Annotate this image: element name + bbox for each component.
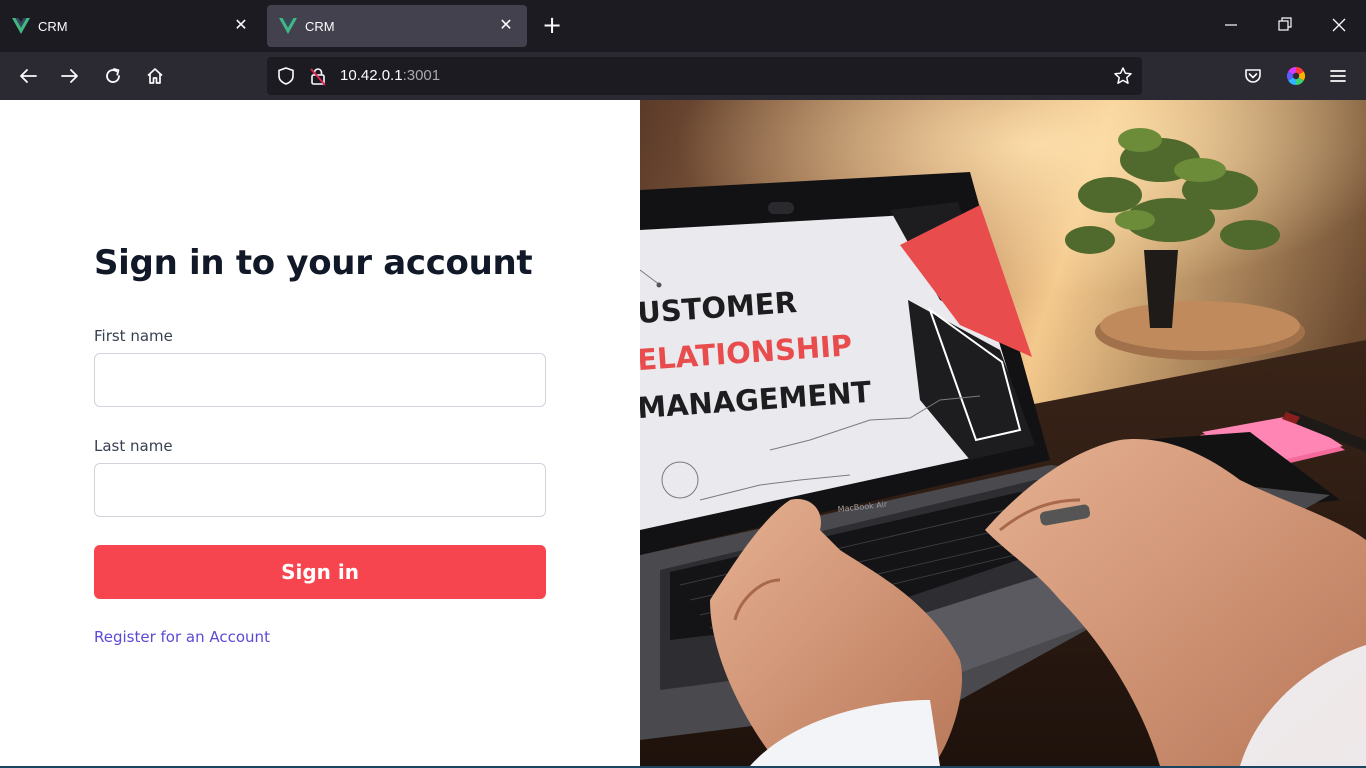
hero-image: USTOMER ELATIONSHIP MANAGEMENT MacBook A…: [640, 100, 1366, 766]
tab-close-icon[interactable]: ✕: [232, 17, 250, 35]
color-wheel-extension-icon[interactable]: [1282, 62, 1310, 90]
browser-tab-2[interactable]: CRM ✕: [267, 5, 527, 47]
reload-icon[interactable]: [99, 62, 127, 90]
insecure-lock-icon[interactable]: [308, 66, 328, 86]
vue-favicon-icon: [279, 18, 297, 34]
last-name-input[interactable]: [94, 463, 546, 517]
first-name-input[interactable]: [94, 353, 546, 407]
last-name-label: Last name: [94, 437, 173, 455]
home-icon[interactable]: [141, 62, 169, 90]
back-arrow-icon[interactable]: [14, 62, 42, 90]
hamburger-menu-icon[interactable]: [1324, 62, 1352, 90]
page-title: Sign in to your account: [94, 243, 533, 283]
restore-icon[interactable]: [1270, 12, 1300, 40]
address-bar[interactable]: 10.42.0.1:3001: [267, 57, 1142, 95]
url-host: 10.42.0.1: [340, 67, 403, 84]
forward-arrow-icon[interactable]: [56, 62, 84, 90]
bookmark-star-icon[interactable]: [1113, 66, 1133, 86]
minimize-icon[interactable]: [1216, 12, 1246, 40]
pocket-icon[interactable]: [1239, 62, 1267, 90]
new-tab-plus-icon[interactable]: +: [540, 13, 564, 38]
browser-tab-1[interactable]: CRM ✕: [0, 5, 262, 47]
crm-laptop-photo: USTOMER ELATIONSHIP MANAGEMENT MacBook A…: [640, 100, 1366, 766]
tab-title: CRM: [305, 18, 335, 34]
first-name-label: First name: [94, 327, 173, 345]
navigation-toolbar: 10.42.0.1:3001: [0, 52, 1366, 100]
url-text[interactable]: 10.42.0.1:3001: [340, 67, 440, 84]
tab-title: CRM: [38, 18, 68, 34]
vue-favicon-icon: [12, 18, 30, 34]
register-link[interactable]: Register for an Account: [94, 628, 270, 646]
url-port: :3001: [402, 67, 441, 84]
shield-icon[interactable]: [276, 66, 296, 86]
tab-close-icon[interactable]: ✕: [497, 17, 515, 35]
sign-in-button[interactable]: Sign in: [94, 545, 546, 599]
login-page: Sign in to your account First name Last …: [0, 100, 1366, 766]
tab-bar: CRM ✕ CRM ✕ +: [0, 0, 1366, 52]
close-window-icon[interactable]: [1324, 12, 1354, 40]
